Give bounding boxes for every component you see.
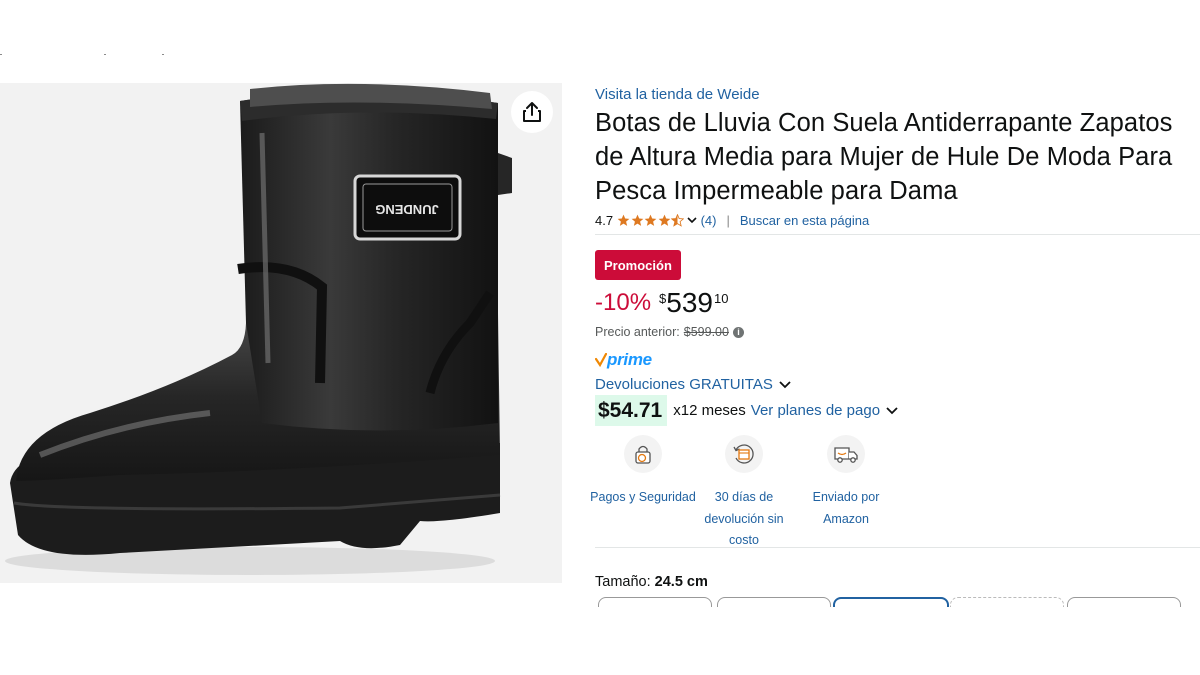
- chevron-down-icon: [886, 406, 898, 414]
- divider: [595, 547, 1200, 548]
- size-option-unavailable[interactable]: [950, 597, 1064, 607]
- feature-label: Enviado por Amazon: [812, 490, 880, 526]
- search-in-page-link[interactable]: Buscar en esta página: [740, 213, 869, 228]
- currency-symbol: $: [659, 291, 667, 306]
- promotion-badge: Promoción: [595, 250, 681, 280]
- discount-percent: -10%: [595, 289, 652, 316]
- product-title: Botas de Lluvia Con Suela Antiderrapante…: [595, 109, 1173, 205]
- top-dotted-line: [0, 52, 170, 58]
- size-selector-label: Tamaño: 24.5 cm: [595, 574, 708, 590]
- size-options: [595, 597, 1200, 607]
- price-row: -10% $ 539 10: [595, 286, 728, 320]
- prime-label: prime: [607, 350, 652, 369]
- share-icon: [523, 102, 541, 122]
- prime-check-icon: [595, 353, 607, 367]
- price-fraction: 10: [713, 291, 729, 306]
- secure-payment-icon: [624, 435, 662, 473]
- feature-label: 30 días de devolución sin costo: [704, 490, 784, 547]
- star-icon: [644, 214, 657, 226]
- installments-row: $54.71 x12 meses Ver planes de pago: [595, 395, 898, 426]
- previous-price: Precio anterior: $599.00 i: [595, 325, 744, 339]
- feature-secure-payment[interactable]: Pagos y Seguridad: [588, 435, 698, 509]
- previous-price-value: $599.00: [683, 325, 729, 339]
- star-icon: [631, 214, 643, 226]
- info-icon[interactable]: i: [732, 326, 744, 338]
- star-rating[interactable]: [617, 214, 685, 227]
- size-label: Tamaño:: [595, 574, 651, 590]
- delivery-truck-icon: [827, 435, 865, 473]
- free-returns-link[interactable]: Devoluciones GRATUITAS: [595, 376, 791, 393]
- prime-badge[interactable]: prime: [595, 350, 652, 370]
- star-icon: [617, 214, 630, 226]
- review-count-link[interactable]: (4): [701, 213, 717, 228]
- product-image[interactable]: JUNDENG: [0, 83, 562, 583]
- share-button[interactable]: [511, 91, 553, 133]
- installment-amount: $54.71: [595, 395, 668, 426]
- size-option[interactable]: [717, 597, 831, 607]
- size-option[interactable]: [1067, 597, 1181, 607]
- chevron-down-icon[interactable]: [687, 217, 697, 224]
- size-value: 24.5 cm: [654, 574, 708, 590]
- feature-shipped-by-amazon[interactable]: Enviado por Amazon: [791, 435, 901, 530]
- rating-value: 4.7: [595, 213, 614, 228]
- feature-label: Pagos y Seguridad: [590, 490, 696, 504]
- feature-returns[interactable]: 30 días de devolución sin costo: [689, 435, 799, 552]
- size-option-selected[interactable]: [833, 597, 949, 607]
- visit-store-link[interactable]: Visita la tienda de Weide: [595, 86, 760, 103]
- chevron-down-icon: [779, 380, 791, 388]
- return-box-icon: [725, 435, 763, 473]
- divider: [595, 234, 1200, 235]
- rating-row: 4.7 (4) | Buscar en esta página: [595, 213, 869, 228]
- payment-plans-link[interactable]: Ver planes de pago: [751, 402, 898, 419]
- size-option[interactable]: [598, 597, 712, 607]
- price-whole: 539: [666, 287, 713, 318]
- brand-label-text: JUNDENG: [375, 202, 439, 217]
- installment-term: x12 meses: [673, 402, 746, 419]
- half-star-icon: [671, 214, 685, 227]
- previous-price-label: Precio anterior:: [595, 325, 680, 339]
- rain-boot-image: JUNDENG: [5, 83, 512, 575]
- payment-plans-label: Ver planes de pago: [750, 402, 881, 419]
- separator: |: [726, 213, 730, 228]
- feature-icons-row: Pagos y Seguridad 30 días de devolución …: [590, 435, 895, 555]
- free-returns-label: Devoluciones GRATUITAS: [595, 376, 773, 393]
- star-icon: [658, 214, 670, 226]
